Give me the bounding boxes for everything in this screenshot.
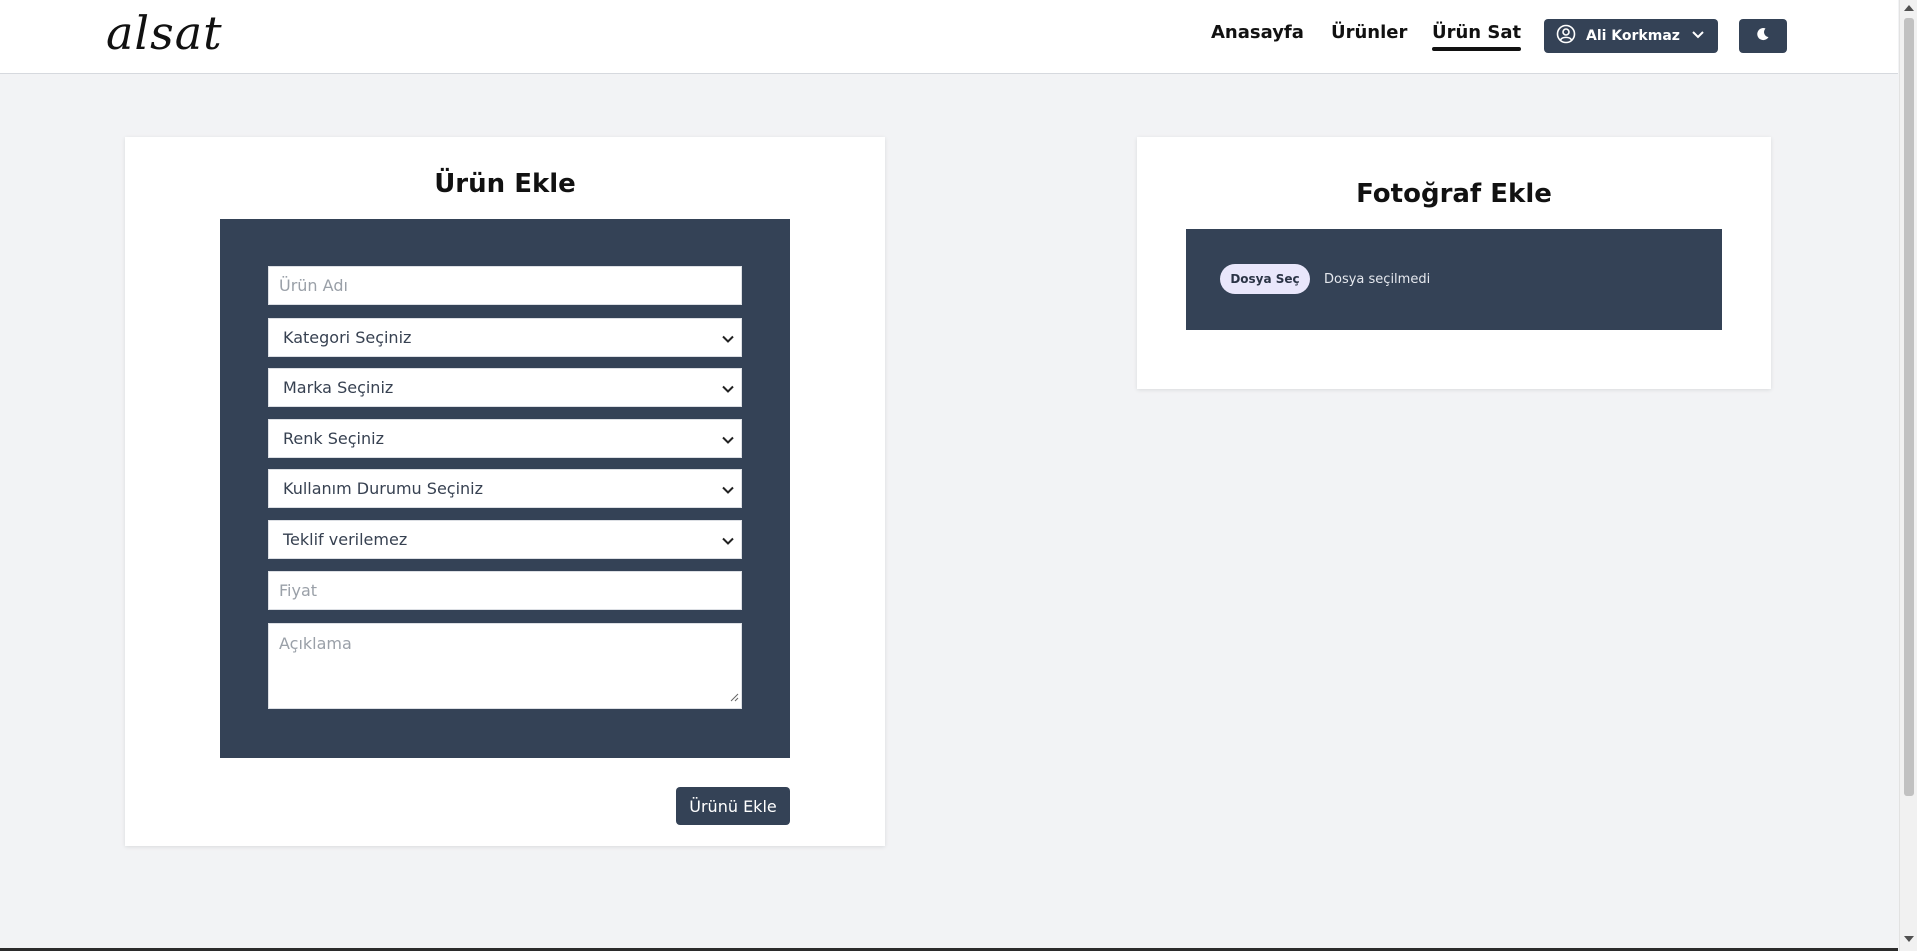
product-form-title: Ürün Ekle — [434, 169, 576, 199]
product-name-input[interactable]: Ürün Adı — [268, 266, 742, 305]
resize-handle-icon[interactable] — [729, 687, 739, 706]
usage-condition-select[interactable]: Kullanım Durumu Seçiniz — [268, 469, 742, 508]
nav-link-products[interactable]: Ürünler — [1331, 22, 1407, 43]
offer-select[interactable]: Teklif verilemez — [268, 520, 742, 559]
chevron-down-icon — [721, 533, 735, 552]
user-circle-icon — [1556, 24, 1576, 48]
product-form-card: Ürün Ekle Ürün Adı Kategori Seçiniz Mark… — [125, 137, 885, 846]
color-select-value: Renk Seçiniz — [283, 429, 384, 448]
chevron-down-icon — [721, 482, 735, 501]
product-form-panel: Ürün Adı Kategori Seçiniz Marka Seçiniz … — [220, 219, 790, 758]
chevron-down-icon — [721, 381, 735, 400]
photo-form-card: Fotoğraf Ekle Dosya Seç Dosya seçilmedi — [1137, 137, 1771, 389]
usage-condition-select-value: Kullanım Durumu Seçiniz — [283, 479, 484, 498]
price-input[interactable]: Fiyat — [268, 571, 742, 610]
offer-select-value: Teklif verilemez — [283, 530, 408, 549]
chevron-down-icon — [721, 432, 735, 451]
choose-file-button[interactable]: Dosya Seç — [1220, 264, 1310, 294]
file-upload-panel: Dosya Seç Dosya seçilmedi — [1186, 229, 1722, 330]
user-name: Ali Korkmaz — [1586, 28, 1680, 44]
moon-icon — [1755, 26, 1771, 47]
chevron-down-icon — [721, 331, 735, 350]
description-textarea[interactable]: Açıklama — [268, 623, 742, 709]
top-navbar: alsat Anasayfa Ürünler Ürün Sat Ali Kork… — [0, 0, 1898, 74]
scroll-down-arrow-icon[interactable] — [1904, 936, 1914, 942]
add-product-button[interactable]: Ürünü Ekle — [676, 787, 790, 825]
nav-link-home[interactable]: Anasayfa — [1211, 22, 1304, 43]
scrollbar-thumb[interactable] — [1904, 18, 1914, 796]
brand-select[interactable]: Marka Seçiniz — [268, 368, 742, 407]
theme-toggle-button[interactable] — [1739, 19, 1787, 53]
logo[interactable]: alsat — [106, 6, 223, 60]
brand-select-value: Marka Seçiniz — [283, 378, 394, 397]
photo-form-title: Fotoğraf Ekle — [1356, 179, 1552, 209]
description-placeholder: Açıklama — [279, 634, 352, 653]
category-select-value: Kategori Seçiniz — [283, 328, 412, 347]
vertical-scrollbar[interactable] — [1899, 0, 1917, 951]
category-select[interactable]: Kategori Seçiniz — [268, 318, 742, 357]
user-menu-button[interactable]: Ali Korkmaz — [1544, 19, 1718, 53]
color-select[interactable]: Renk Seçiniz — [268, 419, 742, 458]
chevron-down-icon — [1690, 26, 1706, 46]
nav-link-sell-product[interactable]: Ürün Sat — [1432, 22, 1522, 51]
file-status-text: Dosya seçilmedi — [1324, 272, 1431, 287]
scroll-up-arrow-icon[interactable] — [1904, 5, 1914, 11]
